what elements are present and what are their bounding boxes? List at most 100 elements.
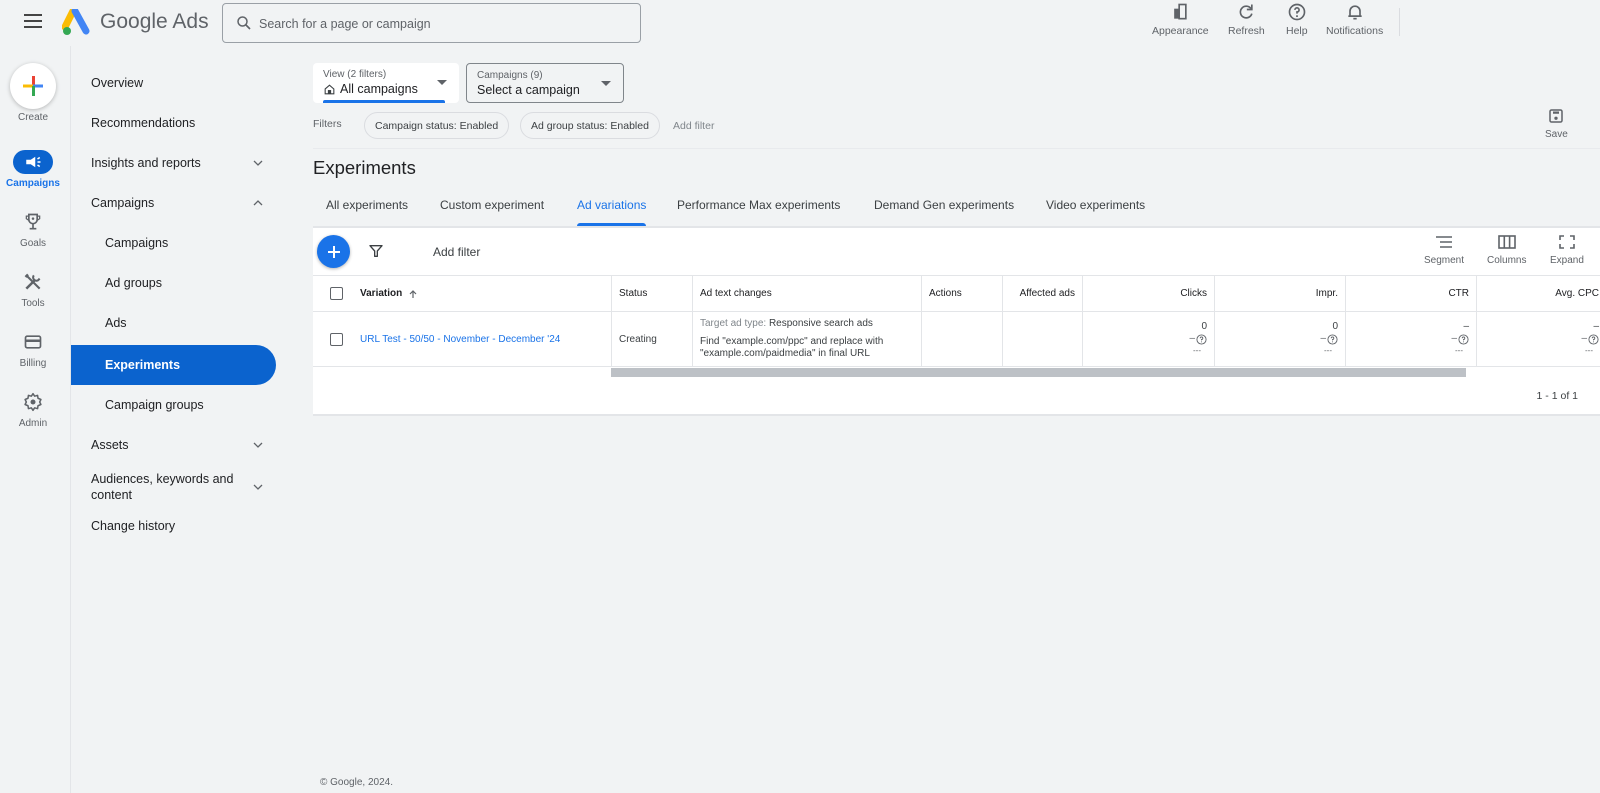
nav-item-overview[interactable]: Overview [71, 63, 276, 103]
campaign-selector-label: Campaigns (9) [477, 70, 543, 81]
expand-icon [1559, 235, 1575, 249]
column-header-variation[interactable]: Variation [313, 276, 611, 311]
column-header-impr[interactable]: Impr. [1214, 276, 1345, 311]
campaign-selector[interactable]: Campaigns (9) Select a campaign [466, 63, 624, 103]
select-all-checkbox[interactable] [330, 287, 343, 300]
segment-button[interactable]: Segment [1424, 235, 1464, 266]
add-filter-link[interactable]: Add filter [673, 120, 714, 132]
add-variation-button[interactable] [317, 235, 350, 268]
column-header-clicks[interactable]: Clicks [1082, 276, 1214, 311]
nav-item-assets[interactable]: Assets [71, 425, 276, 465]
ad-text-change-description: Find "example.com/ppc" and replace with … [700, 336, 884, 359]
appearance-button[interactable]: Appearance [1152, 2, 1209, 37]
nav-item-label: Ads [105, 316, 127, 330]
column-header-ad-text-changes[interactable]: Ad text changes [692, 276, 921, 311]
nav-item-label: Campaigns [91, 196, 155, 210]
trophy-icon [25, 213, 41, 230]
expand-button[interactable]: Expand [1550, 235, 1584, 266]
view-selector-value: All campaigns [340, 82, 418, 96]
target-ad-type-label: Target ad type: [700, 318, 767, 329]
view-selector[interactable]: View (2 filters) All campaigns [313, 63, 459, 103]
comparison-value: – [1189, 333, 1195, 344]
horizontal-scrollbar[interactable] [611, 368, 1466, 377]
rail-item-tools[interactable]: Tools [0, 270, 66, 309]
rail-item-goals[interactable]: Goals [0, 210, 66, 249]
nav-item-label: Change history [91, 519, 176, 533]
hamburger-menu-icon[interactable] [24, 14, 42, 28]
cell-ad-text-changes: Target ad type: Responsive search ads Fi… [692, 312, 921, 366]
search-icon [237, 16, 251, 30]
help-icon[interactable] [1327, 333, 1338, 345]
dropdown-arrow-icon [437, 80, 447, 85]
nav-item-recommendations[interactable]: Recommendations [71, 103, 276, 143]
column-header-label: Impr. [1315, 288, 1338, 299]
nav-item-campaigns-group[interactable]: Campaigns [71, 183, 276, 223]
nav-item-label: Campaigns [105, 236, 169, 250]
help-icon [1288, 3, 1306, 21]
table-row: URL Test - 50/50 - November - December '… [313, 311, 1600, 367]
create-button[interactable] [10, 63, 56, 109]
save-button[interactable]: Save [1545, 107, 1568, 140]
nav-item-change-history[interactable]: Change history [71, 506, 276, 546]
rail-item-admin[interactable]: Admin [0, 390, 66, 429]
bell-icon [1347, 5, 1362, 20]
nav-item-label: Experiments [105, 358, 181, 372]
nav-item-label: Recommendations [91, 116, 196, 130]
nav-item-label: Assets [91, 438, 129, 452]
tab-performance-max-experiments[interactable]: Performance Max experiments [677, 198, 840, 226]
search-input[interactable] [259, 12, 629, 36]
nav-item-campaign-groups[interactable]: Campaign groups [71, 385, 276, 425]
cell-status: Creating [611, 312, 692, 366]
variation-link[interactable]: URL Test - 50/50 - November - December '… [360, 334, 560, 345]
column-header-status[interactable]: Status [611, 276, 692, 311]
chevron-up-icon [253, 200, 263, 206]
cell-impr: 0 – --- [1214, 312, 1345, 366]
column-header-affected-ads[interactable]: Affected ads [1002, 276, 1082, 311]
column-header-ctr[interactable]: CTR [1345, 276, 1476, 311]
cell-variation: URL Test - 50/50 - November - December '… [313, 312, 611, 366]
ctr-value: – [1463, 321, 1469, 332]
rail-item-billing[interactable]: Billing [0, 330, 66, 369]
tab-ad-variations[interactable]: Ad variations [577, 198, 647, 226]
tab-all-experiments[interactable]: All experiments [326, 198, 408, 226]
save-icon [1549, 109, 1564, 123]
dropdown-arrow-icon [601, 81, 611, 86]
notifications-button[interactable]: Notifications [1326, 2, 1383, 37]
columns-button[interactable]: Columns [1487, 235, 1526, 266]
filter-chip-campaign-status[interactable]: Campaign status: Enabled [364, 112, 510, 139]
tab-demand-gen-experiments[interactable]: Demand Gen experiments [874, 198, 1014, 226]
avg-cpc-value: – [1593, 321, 1599, 332]
cell-clicks: 0 – --- [1082, 312, 1214, 366]
nav-item-experiments[interactable]: Experiments [71, 345, 276, 385]
nav-item-campaigns[interactable]: Campaigns [71, 223, 276, 263]
filter-chip-ad-group-status[interactable]: Ad group status: Enabled [520, 112, 660, 139]
comparison-value: – [1320, 333, 1326, 344]
help-icon[interactable] [1588, 333, 1599, 345]
rail-item-label: Goals [19, 238, 47, 249]
column-header-avg-cpc[interactable]: Avg. CPC [1476, 276, 1600, 311]
filter-icon[interactable] [368, 243, 384, 259]
tab-video-experiments[interactable]: Video experiments [1046, 198, 1145, 226]
plus-icon [327, 245, 340, 258]
rail-item-campaigns[interactable]: Campaigns [0, 150, 66, 189]
table-add-filter[interactable]: Add filter [433, 245, 480, 259]
tab-custom-experiment[interactable]: Custom experiment [440, 198, 544, 226]
footer-copyright: © Google, 2024. [320, 777, 393, 788]
refresh-button[interactable]: Refresh [1228, 2, 1265, 37]
search-box[interactable] [222, 3, 641, 43]
help-button[interactable]: Help [1286, 2, 1308, 37]
row-checkbox[interactable] [330, 332, 343, 346]
nav-item-ads[interactable]: Ads [71, 303, 276, 343]
nav-item-insights-and-reports[interactable]: Insights and reports [71, 143, 276, 183]
nav-item-audiences-keywords-content[interactable]: Audiences, keywords and content [71, 465, 276, 509]
help-icon[interactable] [1196, 333, 1207, 345]
megaphone-icon [26, 156, 41, 168]
experiment-tabs: All experiments Custom experiment Ad var… [313, 190, 1600, 226]
nav-item-ad-groups[interactable]: Ad groups [71, 263, 276, 303]
appearance-label: Appearance [1152, 25, 1209, 37]
comparison-sub: --- [1193, 346, 1201, 355]
filters-divider [313, 148, 1600, 149]
comparison-value: – [1581, 333, 1587, 344]
help-icon[interactable] [1458, 333, 1469, 345]
column-header-actions[interactable]: Actions [921, 276, 1002, 311]
